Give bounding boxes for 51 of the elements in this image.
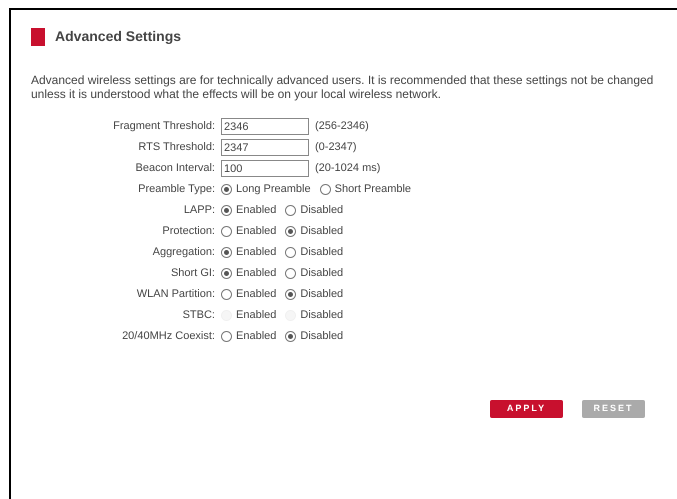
option-text: Disabled — [300, 224, 344, 240]
option-label: 20/40MHz Coexist: — [121, 329, 216, 344]
input-field[interactable]: 2346 — [221, 118, 309, 135]
radio-button[interactable] — [221, 289, 232, 300]
range-hint: (20-1024 ms) — [315, 161, 380, 176]
radio-button[interactable] — [221, 247, 232, 258]
option-label: Protection: — [161, 224, 216, 240]
option-text: Enabled — [236, 245, 276, 260]
range-hint: (0-2347) — [315, 140, 357, 156]
option-text: Disabled — [300, 245, 344, 260]
option-text: Disabled — [300, 203, 344, 218]
radio-button[interactable] — [320, 184, 331, 195]
radio-button[interactable] — [285, 331, 296, 342]
radio-button[interactable] — [221, 184, 232, 195]
description: Advanced wireless settings are for technically advanced users. It is recommended that these settings not be changed unless it is understood what the effects will be on your local wireless network. — [31, 73, 654, 101]
option-label: Short GI: — [170, 266, 216, 282]
option-text: Enabled — [236, 287, 276, 302]
option-text: Disabled — [300, 329, 344, 344]
radio-button[interactable] — [285, 268, 296, 279]
input-field[interactable]: 100 — [221, 160, 309, 177]
option-label: Aggregation: — [152, 245, 216, 260]
option-label: STBC: — [182, 308, 216, 324]
option-label: WLAN Partition: — [136, 287, 216, 302]
option-text: Disabled — [300, 308, 344, 324]
option-text: Disabled — [300, 287, 344, 302]
option-text: Enabled — [236, 266, 276, 282]
radio-button[interactable] — [285, 205, 296, 216]
option-text: Enabled — [236, 308, 276, 324]
option-text: Enabled — [236, 329, 276, 344]
radio-button[interactable] — [285, 247, 296, 258]
option-text: Enabled — [236, 224, 276, 240]
radio-button[interactable] — [221, 205, 232, 216]
apply-button[interactable]: APPLY — [490, 400, 563, 418]
field-label: RTS Threshold: — [137, 140, 216, 156]
radio-button[interactable] — [221, 331, 232, 342]
field-label: Fragment Threshold: — [112, 119, 216, 134]
option-text: Disabled — [300, 266, 344, 282]
title-marker-icon — [31, 28, 45, 46]
radio-button[interactable] — [221, 226, 232, 237]
radio-button[interactable] — [221, 268, 232, 279]
field-label: Beacon Interval: — [134, 161, 216, 176]
input-field[interactable]: 2347 — [221, 139, 309, 156]
option-text: Long Preamble — [236, 182, 311, 198]
radio-button[interactable] — [285, 226, 296, 237]
range-hint: (256-2346) — [315, 119, 369, 134]
option-label: Preamble Type: — [137, 182, 216, 198]
option-text: Enabled — [236, 203, 276, 218]
page-title: Advanced Settings — [55, 27, 182, 46]
option-text: Short Preamble — [334, 182, 412, 198]
radio-button[interactable] — [285, 289, 296, 300]
option-label: LAPP: — [182, 203, 216, 218]
